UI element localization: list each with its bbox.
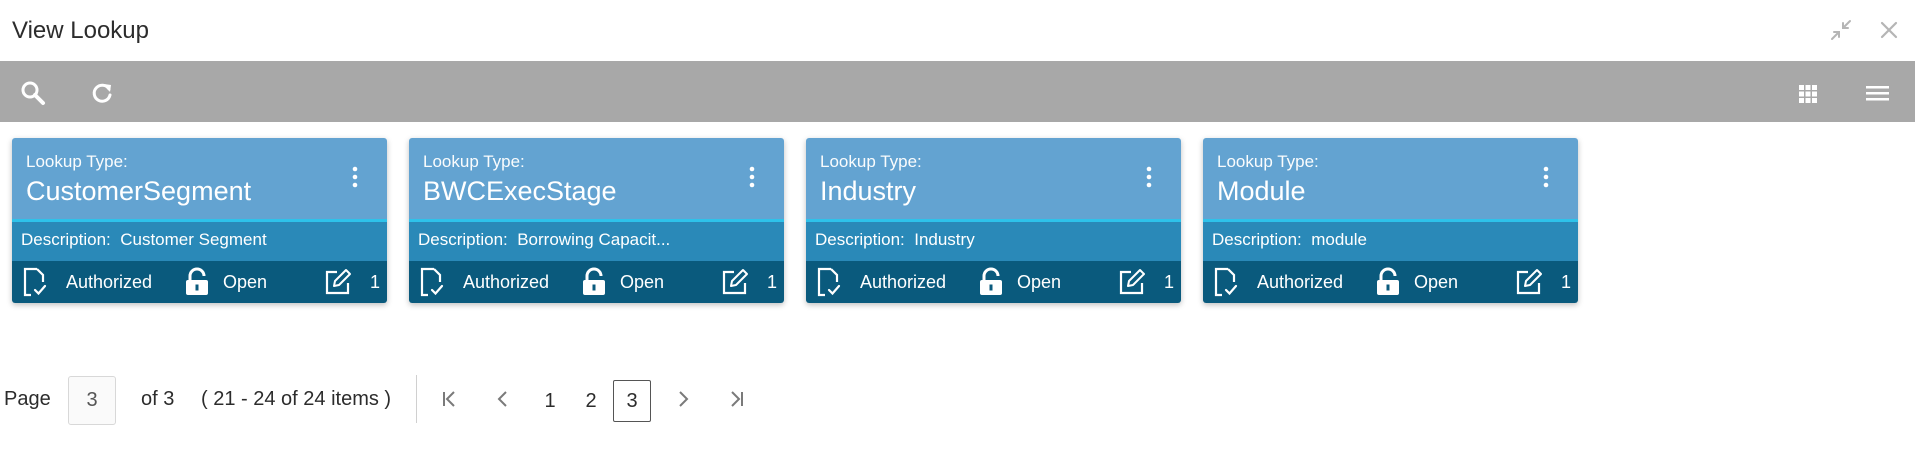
lookup-card-grid: Lookup Type: CustomerSegment Description… bbox=[12, 138, 1578, 303]
card-description: Description: module bbox=[1203, 222, 1578, 261]
authorized-document-icon bbox=[1213, 267, 1239, 297]
card-footer: Authorized Open 1 bbox=[806, 261, 1181, 303]
pagination: Page of 3 ( 21 - 24 of 24 items ) 123 bbox=[0, 375, 800, 426]
authorized-status: Authorized bbox=[419, 261, 549, 303]
search-icon[interactable] bbox=[18, 78, 48, 108]
more-options-icon[interactable] bbox=[349, 164, 361, 190]
unlock-icon bbox=[581, 267, 607, 297]
page-number-input[interactable] bbox=[68, 376, 116, 425]
first-page-icon[interactable] bbox=[432, 382, 466, 416]
card-header: Lookup Type: BWCExecStage bbox=[409, 138, 784, 219]
version-info: 1 bbox=[721, 261, 777, 303]
lock-status: Open bbox=[1375, 261, 1458, 303]
version-info: 1 bbox=[1118, 261, 1174, 303]
lock-status: Open bbox=[978, 261, 1061, 303]
edit-icon[interactable] bbox=[324, 268, 352, 296]
card-description: Description: Industry bbox=[806, 222, 1181, 261]
previous-page-icon[interactable] bbox=[486, 382, 520, 416]
card-description: Description: Customer Segment bbox=[12, 222, 387, 261]
toolbar bbox=[0, 61, 1915, 122]
refresh-icon[interactable] bbox=[87, 78, 117, 108]
lookup-type-value: Industry bbox=[820, 176, 917, 206]
description-value: Industry bbox=[914, 230, 975, 249]
page-total: of 3 bbox=[141, 388, 175, 410]
description-label: Description: bbox=[815, 230, 905, 249]
authorized-status-text: Authorized bbox=[860, 271, 947, 292]
lookup-type-label: Lookup Type: bbox=[423, 152, 525, 171]
card-footer: Authorized Open 1 bbox=[1203, 261, 1578, 303]
card-footer: Authorized Open 1 bbox=[409, 261, 784, 303]
lock-status-text: Open bbox=[1017, 271, 1062, 292]
card-header: Lookup Type: CustomerSegment bbox=[12, 138, 387, 219]
version-info: 1 bbox=[1515, 261, 1571, 303]
lookup-type-value: Module bbox=[1217, 176, 1306, 206]
close-icon[interactable] bbox=[1877, 18, 1901, 42]
authorized-status-text: Authorized bbox=[66, 271, 153, 292]
authorized-status-text: Authorized bbox=[463, 271, 550, 292]
card-footer: Authorized Open 1 bbox=[12, 261, 387, 303]
window-titlebar: View Lookup bbox=[0, 0, 1915, 61]
lock-status: Open bbox=[581, 261, 664, 303]
lookup-type-label: Lookup Type: bbox=[26, 152, 128, 171]
lookup-type-label: Lookup Type: bbox=[820, 152, 922, 171]
authorized-status-text: Authorized bbox=[1257, 271, 1344, 292]
version-number: 1 bbox=[1164, 271, 1175, 292]
description-value: Customer Segment bbox=[120, 230, 267, 249]
version-number: 1 bbox=[767, 271, 778, 292]
lookup-type-label: Lookup Type: bbox=[1217, 152, 1319, 171]
description-label: Description: bbox=[418, 230, 508, 249]
card-header: Lookup Type: Industry bbox=[806, 138, 1181, 219]
edit-icon[interactable] bbox=[1118, 268, 1146, 296]
authorized-document-icon bbox=[22, 267, 48, 297]
lookup-card[interactable]: Lookup Type: Module Description: module … bbox=[1203, 138, 1578, 303]
page-label: Page bbox=[4, 388, 51, 410]
authorized-status: Authorized bbox=[816, 261, 946, 303]
authorized-status: Authorized bbox=[1213, 261, 1343, 303]
lookup-card[interactable]: Lookup Type: BWCExecStage Description: B… bbox=[409, 138, 784, 303]
page-button[interactable]: 1 bbox=[531, 380, 569, 422]
authorized-status: Authorized bbox=[22, 261, 152, 303]
edit-icon[interactable] bbox=[1515, 268, 1543, 296]
authorized-document-icon bbox=[419, 267, 445, 297]
description-label: Description: bbox=[1212, 230, 1302, 249]
lock-status-text: Open bbox=[1414, 271, 1459, 292]
lock-status-text: Open bbox=[620, 271, 665, 292]
window-actions bbox=[1829, 18, 1901, 42]
description-label: Description: bbox=[21, 230, 111, 249]
lookup-type-value: CustomerSegment bbox=[26, 176, 252, 206]
unlock-icon bbox=[978, 267, 1004, 297]
more-options-icon[interactable] bbox=[746, 164, 758, 190]
more-options-icon[interactable] bbox=[1540, 164, 1552, 190]
version-info: 1 bbox=[324, 261, 380, 303]
lookup-card[interactable]: Lookup Type: CustomerSegment Description… bbox=[12, 138, 387, 303]
unlock-icon bbox=[184, 267, 210, 297]
unlock-icon bbox=[1375, 267, 1401, 297]
card-description: Description: Borrowing Capacit... bbox=[409, 222, 784, 261]
lookup-type-value: BWCExecStage bbox=[423, 176, 617, 206]
next-page-icon[interactable] bbox=[666, 382, 700, 416]
card-header: Lookup Type: Module bbox=[1203, 138, 1578, 219]
authorized-document-icon bbox=[816, 267, 842, 297]
page-button[interactable]: 3 bbox=[613, 380, 651, 422]
version-number: 1 bbox=[370, 271, 381, 292]
lock-status-text: Open bbox=[223, 271, 268, 292]
list-view-icon[interactable] bbox=[1862, 78, 1892, 108]
item-range: ( 21 - 24 of 24 items ) bbox=[201, 388, 392, 410]
minimize-icon[interactable] bbox=[1829, 18, 1853, 42]
grid-view-icon[interactable] bbox=[1793, 78, 1823, 108]
lookup-card[interactable]: Lookup Type: Industry Description: Indus… bbox=[806, 138, 1181, 303]
version-number: 1 bbox=[1561, 271, 1572, 292]
page-title: View Lookup bbox=[12, 17, 149, 44]
description-value: Borrowing Capacit... bbox=[517, 230, 671, 249]
description-value: module bbox=[1311, 230, 1367, 249]
lock-status: Open bbox=[184, 261, 267, 303]
more-options-icon[interactable] bbox=[1143, 164, 1155, 190]
pagination-divider bbox=[416, 375, 417, 423]
edit-icon[interactable] bbox=[721, 268, 749, 296]
page-button[interactable]: 2 bbox=[572, 380, 610, 422]
last-page-icon[interactable] bbox=[720, 382, 754, 416]
